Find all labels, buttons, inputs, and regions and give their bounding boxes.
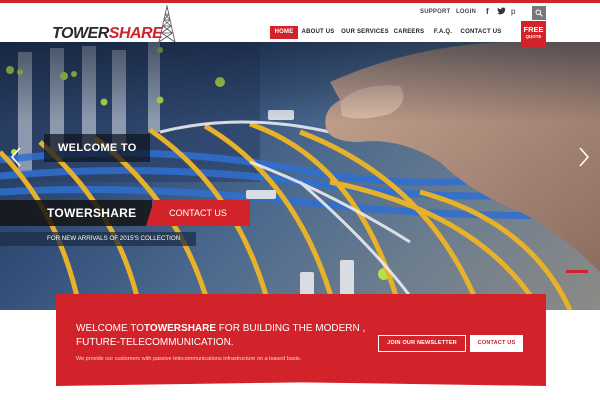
join-newsletter-button[interactable]: JOIN OUR NEWSLETTER: [378, 335, 466, 352]
chevron-left-icon[interactable]: [9, 146, 23, 168]
nav-item-contact[interactable]: CONTACT US: [460, 26, 502, 39]
search-button[interactable]: [532, 6, 546, 20]
support-link[interactable]: SUPPORT: [420, 9, 450, 15]
nav-item-careers[interactable]: CAREERS: [393, 26, 425, 39]
pinterest-icon[interactable]: p: [511, 7, 515, 16]
hero-slider: WELCOME TO TOWERSHARE CONTACT US FOR NEW…: [0, 42, 600, 310]
twitter-icon[interactable]: [497, 7, 506, 15]
chevron-right-icon[interactable]: [577, 146, 591, 168]
nav-item-about[interactable]: ABOUT US: [301, 26, 335, 39]
facebook-icon[interactable]: f: [486, 7, 489, 16]
free-quote-line2: QUOTE: [525, 34, 542, 39]
hero-background-image: [0, 42, 600, 310]
banner-heading: WELCOME TOTOWERSHARE FOR BUILDING THE MO…: [76, 323, 366, 348]
hero-contact-button[interactable]: CONTACT US: [146, 200, 250, 226]
nav-item-faq[interactable]: F.A.Q.: [430, 26, 456, 39]
free-quote-line1: FREE: [523, 25, 544, 34]
hero-brand: TOWERSHARE: [0, 200, 152, 226]
search-icon: [535, 9, 543, 17]
site-header: TOWERSHARE SUPPORT LOGIN f p HOME ABOUT …: [0, 3, 600, 43]
hero-welcome: WELCOME TO: [44, 134, 150, 162]
login-link[interactable]: LOGIN: [456, 9, 476, 15]
tower-icon: [158, 5, 176, 43]
hero-tagline: FOR NEW ARRIVALS OF 2015'S COLLECTION: [0, 232, 196, 246]
nav-item-services[interactable]: OUR SERVICES: [340, 26, 390, 39]
welcome-banner: WELCOME TOTOWERSHARE FOR BUILDING THE MO…: [56, 294, 546, 386]
banner-subtext: We provide our customers with passive te…: [76, 356, 302, 362]
free-quote-button[interactable]: FREE QUOTE: [521, 21, 546, 48]
logo-text: TOWERSHARE: [52, 25, 163, 42]
banner-contact-button[interactable]: CONTACT US: [470, 335, 523, 352]
slide-indicator[interactable]: [566, 270, 588, 273]
logo[interactable]: TOWERSHARE: [52, 5, 182, 43]
nav-item-home[interactable]: HOME: [270, 26, 298, 39]
